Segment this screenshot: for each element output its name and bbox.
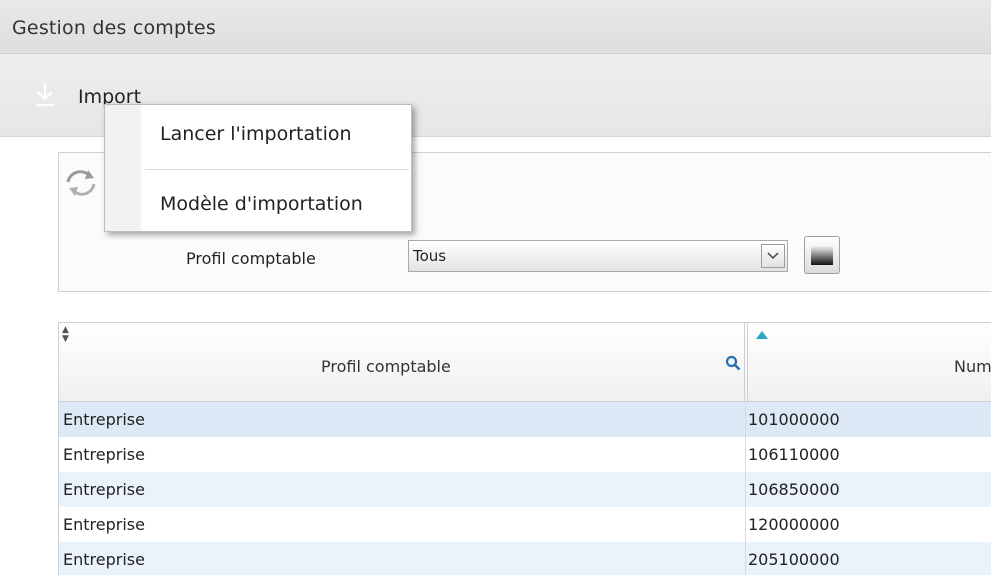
column-header-numero[interactable]: Num [747, 323, 991, 401]
profil-comptable-select[interactable]: Tous [408, 240, 788, 272]
sort-ascending-icon[interactable] [756, 331, 768, 339]
profil-comptable-label: Profil comptable [186, 249, 316, 268]
cell-profil: Entreprise [63, 480, 145, 499]
table-row[interactable]: Entreprise 205100000 [59, 542, 991, 575]
table-row[interactable]: Entreprise 101000000 [59, 402, 991, 437]
menu-item-modele-importation[interactable]: Modèle d'importation [141, 171, 411, 231]
select-dropdown-button[interactable] [761, 244, 785, 268]
menu-separator [145, 169, 409, 170]
cell-numero: 106850000 [748, 480, 840, 499]
sort-both-icon[interactable]: ▲ ▼ [62, 326, 69, 344]
cell-numero: 120000000 [748, 515, 840, 534]
column-title-numero: Num [954, 357, 991, 376]
export-button[interactable] [804, 236, 840, 274]
cell-numero: 106110000 [748, 445, 840, 464]
column-header-profil[interactable]: ▲ ▼ Profil comptable [59, 323, 745, 401]
grid-header: ▲ ▼ Profil comptable Num [59, 323, 991, 402]
menu-item-lancer-importation[interactable]: Lancer l'importation [141, 105, 411, 165]
chevron-down-icon [767, 252, 779, 260]
menu-item-label: Modèle d'importation [160, 193, 363, 215]
cell-profil: Entreprise [63, 410, 145, 429]
window-title: Gestion des comptes [12, 17, 216, 39]
table-row[interactable]: Entreprise 106110000 [59, 437, 991, 472]
column-title-profil: Profil comptable [321, 357, 451, 376]
search-icon[interactable] [725, 355, 741, 371]
cell-numero: 101000000 [748, 410, 840, 429]
menu-item-label: Lancer l'importation [160, 123, 352, 145]
cell-profil: Entreprise [63, 550, 145, 569]
menu-icon-gutter [105, 105, 141, 231]
import-context-menu: Lancer l'importation Modèle d'importatio… [104, 104, 412, 232]
table-row[interactable]: Entreprise 106850000 [59, 472, 991, 507]
cell-numero: 205100000 [748, 550, 840, 569]
table-row[interactable]: Entreprise 120000000 [59, 507, 991, 542]
export-icon [811, 245, 833, 265]
window-title-bar: Gestion des comptes [0, 0, 991, 54]
select-value: Tous [413, 247, 447, 265]
cell-profil: Entreprise [63, 515, 145, 534]
download-icon [36, 83, 54, 107]
cell-profil: Entreprise [63, 445, 145, 464]
refresh-icon[interactable] [64, 166, 100, 200]
accounts-grid: ▲ ▼ Profil comptable Num Entreprise 10100… [58, 322, 991, 575]
